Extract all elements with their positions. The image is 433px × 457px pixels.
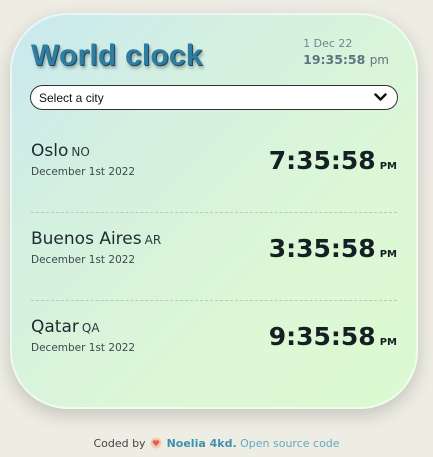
chevron-down-icon bbox=[373, 93, 387, 103]
current-time-ampm: pm bbox=[369, 53, 389, 67]
city-time: 9:35:58 PM bbox=[269, 322, 397, 351]
footer-prefix: Coded by bbox=[93, 437, 146, 450]
source-code-link[interactable]: Open source code bbox=[240, 437, 339, 450]
city-date: December 1st 2022 bbox=[31, 254, 136, 266]
city-name-label: Buenos Aires bbox=[31, 229, 142, 249]
city-row-qatar: Qatar QA December 1st 2022 9:35:58 PM bbox=[31, 301, 397, 389]
city-name-label: Oslo bbox=[31, 141, 69, 161]
city-name: Oslo NO bbox=[31, 141, 90, 161]
city-name-label: Qatar bbox=[31, 317, 79, 337]
city-row-oslo: Oslo NO December 1st 2022 7:35:58 PM bbox=[31, 125, 397, 213]
city-time-value: 3:35:58 bbox=[268, 234, 376, 263]
city-time-value: 9:35:58 bbox=[268, 322, 376, 351]
city-date: December 1st 2022 bbox=[31, 166, 136, 178]
city-row-buenos-aires: Buenos Aires AR December 1st 2022 3:35:58… bbox=[31, 213, 397, 301]
city-select-placeholder: Select a city bbox=[39, 90, 104, 105]
current-time: 19:35:58 pm bbox=[303, 51, 389, 69]
app-title: World clock bbox=[31, 39, 203, 72]
current-time-value: 19:35:58 bbox=[303, 52, 366, 67]
country-code: QA bbox=[81, 321, 100, 335]
city-time: 7:35:58 PM bbox=[269, 146, 397, 175]
country-code: NO bbox=[71, 145, 90, 159]
heart-icon bbox=[150, 437, 162, 449]
current-datetime: 1 Dec 22 19:35:58 pm bbox=[303, 37, 389, 69]
city-name: Qatar QA bbox=[31, 317, 100, 337]
city-name: Buenos Aires AR bbox=[31, 229, 161, 249]
city-time-ampm: PM bbox=[379, 337, 397, 348]
city-time-ampm: PM bbox=[379, 161, 397, 172]
current-date: 1 Dec 22 bbox=[303, 37, 353, 50]
country-code: AR bbox=[144, 233, 162, 247]
author-link[interactable]: Noelia 4kd. bbox=[167, 437, 237, 450]
city-date: December 1st 2022 bbox=[31, 342, 136, 354]
footer: Coded by Noelia 4kd. Open source code bbox=[0, 437, 433, 450]
world-clock-card: World clock 1 Dec 22 19:35:58 pm Select … bbox=[10, 13, 418, 409]
city-time-value: 7:35:58 bbox=[268, 146, 376, 175]
city-select[interactable]: Select a city bbox=[30, 85, 398, 110]
city-time-ampm: PM bbox=[379, 249, 397, 260]
city-time: 3:35:58 PM bbox=[269, 234, 397, 263]
